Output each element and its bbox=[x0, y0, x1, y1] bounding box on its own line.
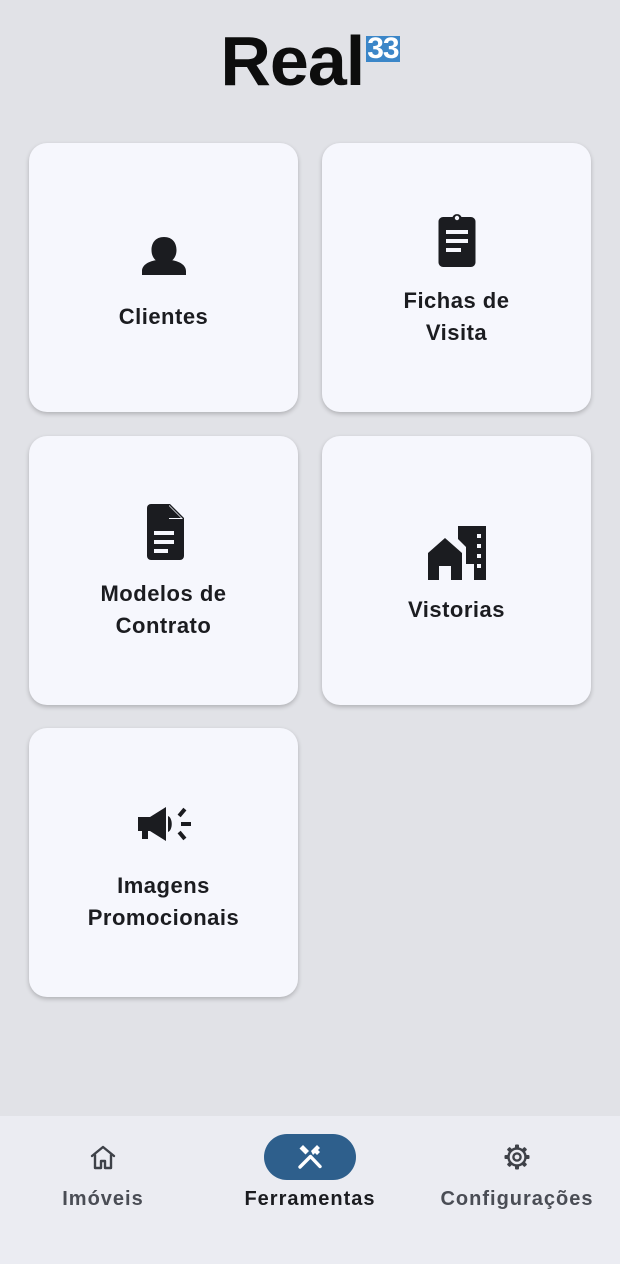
logo-badge: 33 bbox=[366, 32, 400, 65]
nav-label: Ferramentas bbox=[244, 1188, 376, 1210]
nav-icon-container-active bbox=[264, 1134, 356, 1180]
person-icon bbox=[132, 223, 196, 287]
logo-wordmark: Real bbox=[220, 22, 365, 100]
nav-icon-container bbox=[57, 1134, 149, 1180]
nav-item-configuracoes[interactable]: Configurações bbox=[414, 1134, 620, 1211]
card-label: Modelos de Contrato bbox=[100, 580, 227, 638]
tools-icon bbox=[295, 1142, 325, 1172]
nav-label: Configurações bbox=[440, 1188, 594, 1210]
nav-item-ferramentas[interactable]: Ferramentas bbox=[207, 1134, 413, 1211]
bottom-navigation: Imóveis Ferramentas Configurações bbox=[0, 1116, 620, 1264]
home-icon bbox=[88, 1142, 118, 1172]
card-label: Clientes bbox=[118, 303, 209, 329]
clipboard-icon bbox=[425, 207, 489, 271]
gear-icon bbox=[502, 1142, 532, 1172]
buildings-icon bbox=[425, 516, 489, 580]
document-icon bbox=[132, 500, 196, 564]
app-logo: Real 33 bbox=[0, 26, 620, 96]
megaphone-icon bbox=[132, 792, 196, 856]
card-modelos-de-contrato[interactable]: Modelos de Contrato bbox=[29, 436, 298, 705]
card-label: Imagens Promocionais bbox=[87, 872, 240, 930]
card-label: Fichas de Visita bbox=[403, 287, 510, 345]
card-clientes[interactable]: Clientes bbox=[29, 143, 298, 412]
card-imagens-promocionais[interactable]: Imagens Promocionais bbox=[29, 728, 298, 997]
card-fichas-de-visita[interactable]: Fichas de Visita bbox=[322, 143, 591, 412]
card-label: Vistorias bbox=[407, 596, 506, 622]
nav-icon-container bbox=[471, 1134, 563, 1180]
nav-label: Imóveis bbox=[62, 1188, 144, 1210]
card-vistorias[interactable]: Vistorias bbox=[322, 436, 591, 705]
nav-item-imoveis[interactable]: Imóveis bbox=[0, 1134, 206, 1211]
